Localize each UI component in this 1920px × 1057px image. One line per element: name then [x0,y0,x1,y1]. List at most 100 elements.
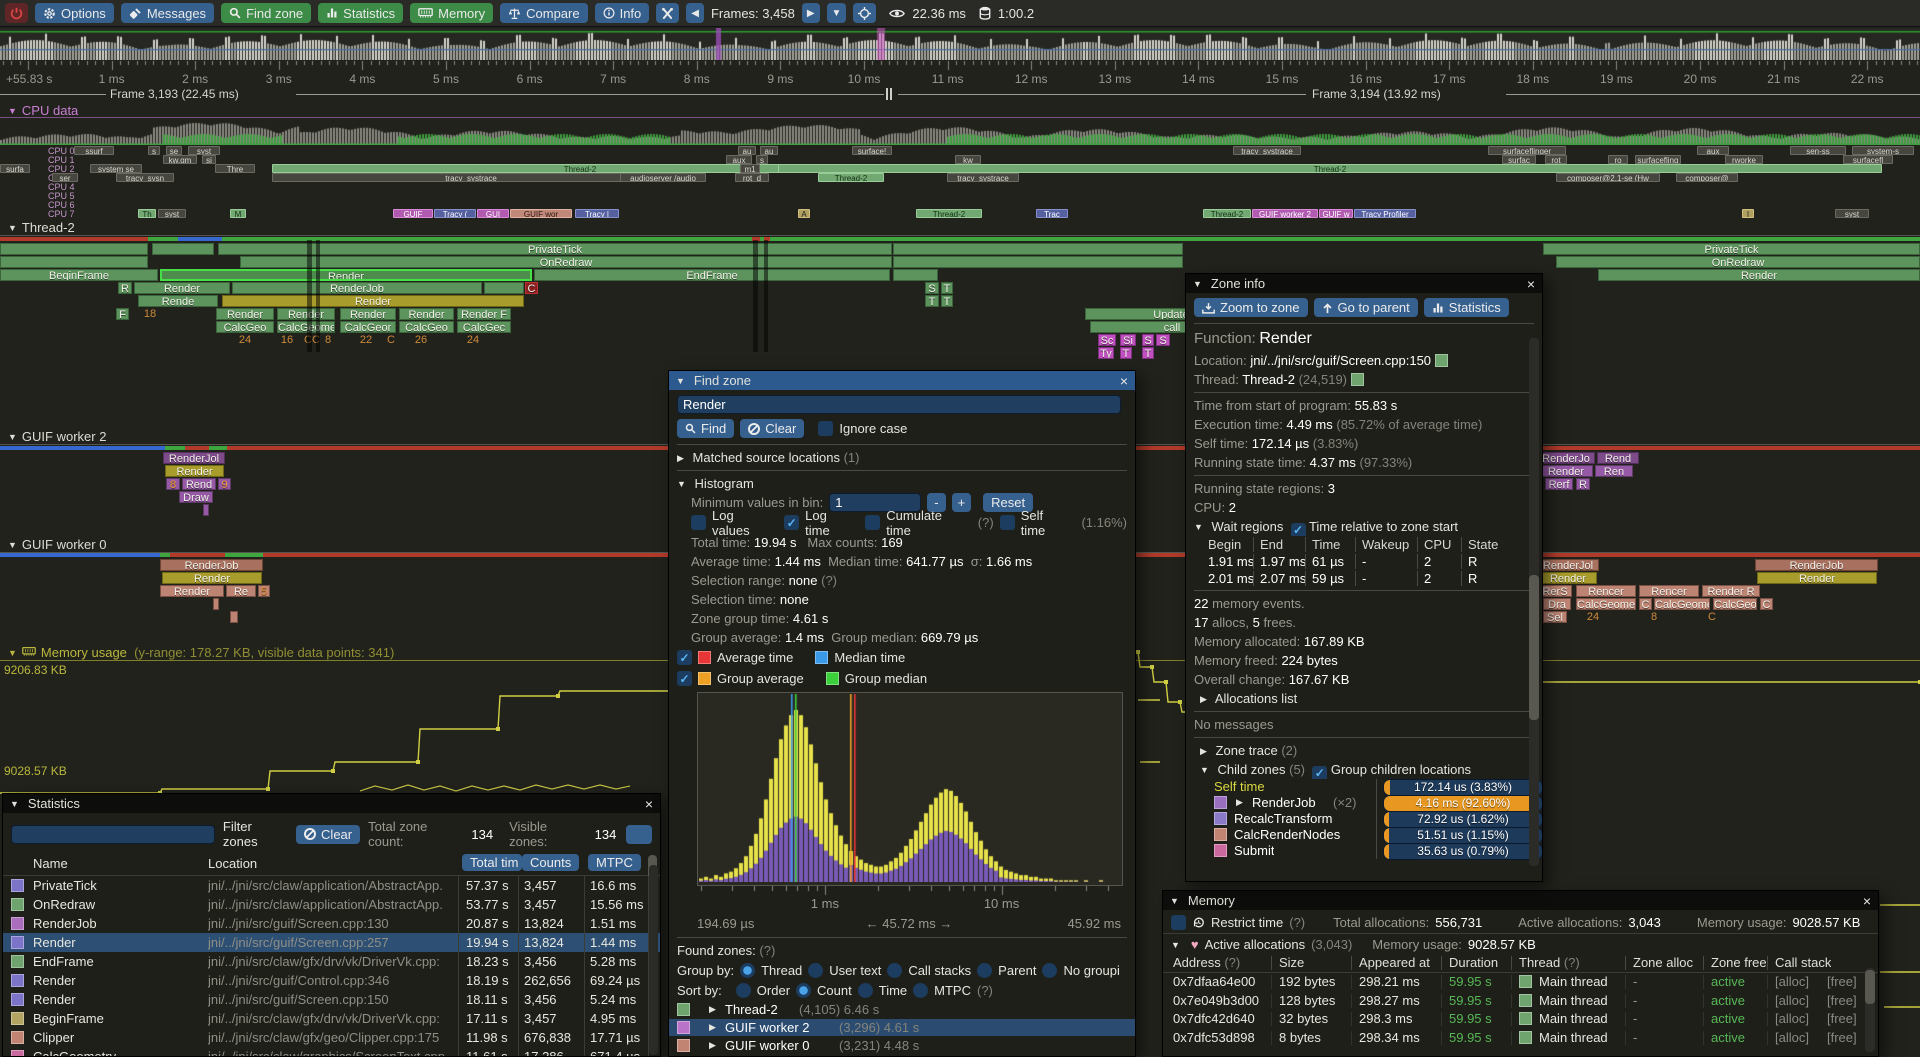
timeline-zone[interactable]: Render [165,465,224,477]
group-by-radio[interactable] [1042,963,1057,978]
collapse-icon[interactable]: ▼ [1200,765,1209,775]
child-zone-row[interactable]: Self time172.14 us (3.83%) [1208,779,1534,795]
timeline-zone[interactable]: T [941,282,953,294]
stats-table-row[interactable]: EndFramejni/../jni/src/claw/gfx/drv/vk/D… [3,952,660,971]
cpu-zone[interactable]: tracy_systrace [1233,146,1301,155]
messages-button[interactable]: Messages [121,3,214,23]
timeline-zone[interactable] [213,598,219,610]
cpu-zone[interactable]: syst [158,209,186,218]
timeline-zone[interactable]: CalcGeo [1713,598,1757,610]
zone-group-row[interactable]: ▶GUIF worker 0(3,231) 4.48 s [669,1037,1135,1054]
collapse-icon[interactable]: ▼ [1170,896,1179,906]
histogram-option-checkbox[interactable] [784,515,799,530]
close-icon[interactable]: × [1863,893,1871,909]
child-zone-row[interactable]: CalcRenderNodes51.51 us (1.15%) [1208,827,1534,843]
allocation-row[interactable]: 0x7dfc42d64032 bytes298.3 ms59.95 sMain … [1163,1010,1878,1029]
stats-table-row[interactable]: Clipperjni/../jni/src/claw/gfx/geo/Clipp… [3,1028,660,1047]
timeline-zone[interactable]: C [1639,598,1652,610]
clear-filter-button[interactable]: Clear [296,825,360,844]
timeline-zone[interactable]: C [1698,611,1726,623]
timeline-zone[interactable]: Render R [1702,585,1760,597]
cpu-zone[interactable]: kw.gm [163,155,197,164]
cpu-zone[interactable]: ro [1608,155,1628,164]
timeline-zone[interactable]: RenderJol [1537,559,1599,571]
timeline-zone[interactable]: 5 [258,585,270,597]
cpu-zone[interactable]: si [202,155,216,164]
collapse-icon[interactable]: ▼ [677,479,686,489]
find-button[interactable]: Find [677,419,734,438]
timeline-zone[interactable]: 22 [348,334,384,346]
cpu-zone[interactable]: Thre [215,164,255,173]
cpu-zone[interactable]: kw [955,155,981,164]
timeline-zone[interactable]: Render [1757,572,1877,584]
thread-section-header[interactable]: ▼GUIF worker 2 [8,429,106,444]
frame-label[interactable]: Frame 3,194 (13.92 ms) [1312,87,1441,101]
cpu-zone[interactable]: syst [188,146,220,155]
zoom-to-zone-button[interactable]: Zoom to zone [1194,298,1308,317]
timeline-zone[interactable]: CalcGeor [340,321,396,333]
timeline-zone[interactable]: Render [1598,269,1920,281]
timeline-zone[interactable] [203,504,209,516]
compare-button[interactable]: Compare [500,3,587,23]
find-zone-button[interactable]: Find zone [221,3,311,23]
timeline-zone[interactable]: 26 [403,334,439,346]
cpu-zone[interactable]: A [798,209,810,218]
timeline-zone[interactable]: 24 [455,334,491,346]
timeline-zone[interactable]: BeginFrame [0,269,158,281]
frame-bar[interactable]: Frame 3,193 (22.45 ms)Frame 3,194 (13.92… [0,87,1920,101]
mem-col-header[interactable]: Zone alloc [1633,954,1693,972]
cpu-zone[interactable]: M [230,209,246,218]
timeline-zone[interactable]: T [1120,347,1132,359]
timeline-zone[interactable]: RenderJob [1755,559,1878,571]
group-by-radio[interactable] [887,963,902,978]
column-header-total-time[interactable]: Total tim [462,854,522,871]
group-by-radio[interactable] [740,963,755,978]
cpu-zone[interactable]: Thread-2 [916,209,982,218]
expand-icon[interactable]: ▶ [677,453,684,463]
cpu-zone[interactable]: Tracy | [575,209,619,218]
mem-col-header[interactable]: Appeared at [1359,954,1430,972]
power-button[interactable] [5,3,28,23]
cpu-zone[interactable]: rot [1545,155,1567,164]
timeline-zone[interactable]: 8 [322,334,334,346]
cpu-zone[interactable]: surfacefl [1843,155,1893,164]
timeline-zone[interactable]: Draw [179,491,213,503]
timeline-zone[interactable]: Render [340,308,396,320]
timeline-zone[interactable]: PrivateTick [1543,243,1920,255]
thread-section-header[interactable]: ▼GUIF worker 0 [8,537,106,552]
collapse-icon[interactable]: ▼ [1171,940,1180,950]
cpu-zone[interactable]: s [756,155,768,164]
thread-swatch[interactable] [1351,373,1364,386]
cpu-zone[interactable]: GUI [477,209,509,218]
frames-overview-strip[interactable] [0,28,1920,60]
cpu-zone[interactable]: GUIF [393,209,433,218]
timeline-zone[interactable]: Render [222,295,524,307]
cpu-zone[interactable]: surfac [1502,155,1536,164]
cpu-zone[interactable]: ssurf [74,146,114,155]
timeline-zone[interactable]: S [1142,334,1154,346]
cpu-zone[interactable]: tracy_systrace [272,173,670,182]
timeline-zone[interactable]: CalcGeo [399,321,454,333]
frame-dropdown-button[interactable]: ▼ [827,3,847,23]
timeline-zone[interactable]: EndFrame [534,269,890,281]
cpu-zone[interactable]: s [148,146,160,155]
cpu-zone[interactable]: au [760,146,778,155]
timeline-zone[interactable]: Re [226,585,256,597]
collapse-icon[interactable]: ▼ [10,799,19,809]
timeline-zone[interactable]: S [925,282,939,294]
timeline-zone[interactable]: 8 [1645,611,1663,623]
cpu-zone[interactable]: Thread-2 [778,164,1882,173]
timeline-zone[interactable]: Render [160,269,532,281]
timeline-zone[interactable]: 9 [218,478,231,490]
info-button[interactable]: Info [595,3,650,23]
statistics-button[interactable]: Statistics [318,3,403,23]
expand-icon[interactable]: ▶ [1200,746,1207,756]
timeline-zone[interactable]: Rende [138,295,218,307]
scrollbar-thumb[interactable] [1529,575,1539,720]
legend-checkbox[interactable] [677,650,692,665]
child-zone-row[interactable]: RecalcTransform72.92 us (1.62%) [1208,811,1534,827]
timeline-zone[interactable]: RenderJob [160,559,263,571]
mem-col-header[interactable]: Address (?) [1173,954,1240,972]
timeline-zone[interactable]: Rerf [1545,478,1573,490]
cpu-zone[interactable]: aux [1697,146,1729,155]
